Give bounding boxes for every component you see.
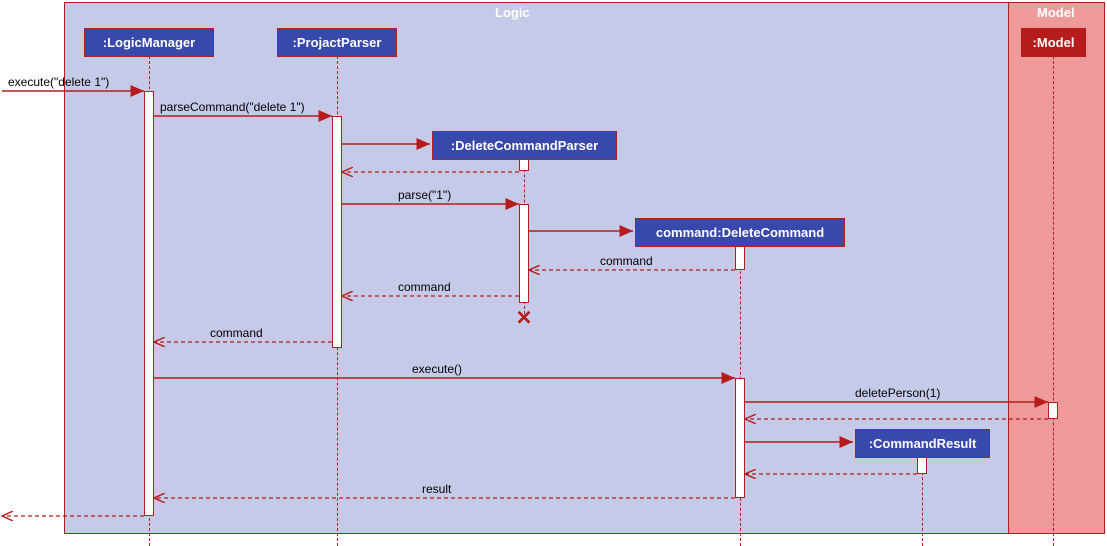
destroy-icon: ✕ — [516, 306, 533, 331]
logic-frame-label: Logic — [495, 5, 530, 20]
delete-command-parser-head: :DeleteCommandParser — [432, 131, 617, 160]
model-frame-label: Model — [1037, 5, 1075, 20]
msg-execute: execute() — [412, 362, 462, 376]
logic-manager-activation — [144, 91, 154, 516]
delete-command-label: command:DeleteCommand — [656, 225, 824, 240]
command-result-activation — [917, 457, 927, 474]
model-activation — [1048, 402, 1058, 419]
msg-execute-delete1: execute("delete 1") — [8, 75, 109, 89]
dc-activation-1 — [735, 246, 745, 270]
logic-manager-label: :LogicManager — [103, 35, 195, 50]
command-result-head: :CommandResult — [855, 429, 990, 458]
delete-command-head: command:DeleteCommand — [635, 218, 845, 247]
projact-parser-label: :ProjactParser — [293, 35, 382, 50]
model-lifeline — [1053, 56, 1054, 546]
msg-parse: parse("1") — [398, 188, 451, 202]
dcp-activation-1 — [519, 159, 529, 171]
msg-parse-command: parseCommand("delete 1") — [160, 100, 305, 114]
msg-delete-person: deletePerson(1) — [855, 386, 940, 400]
model-label: :Model — [1033, 35, 1075, 50]
model-head: :Model — [1021, 28, 1086, 57]
msg-result: result — [422, 482, 451, 496]
logic-manager-head: :LogicManager — [84, 28, 214, 57]
delete-command-parser-label: :DeleteCommandParser — [451, 138, 598, 153]
projact-parser-head: :ProjactParser — [277, 28, 397, 57]
command-result-label: :CommandResult — [869, 436, 977, 451]
model-frame: Model — [1008, 2, 1105, 534]
msg-command-1: command — [600, 254, 653, 268]
msg-command-3: command — [210, 326, 263, 340]
projact-parser-activation — [332, 116, 342, 348]
dcp-activation-2 — [519, 204, 529, 303]
msg-command-2: command — [398, 280, 451, 294]
dc-activation-2 — [735, 378, 745, 498]
